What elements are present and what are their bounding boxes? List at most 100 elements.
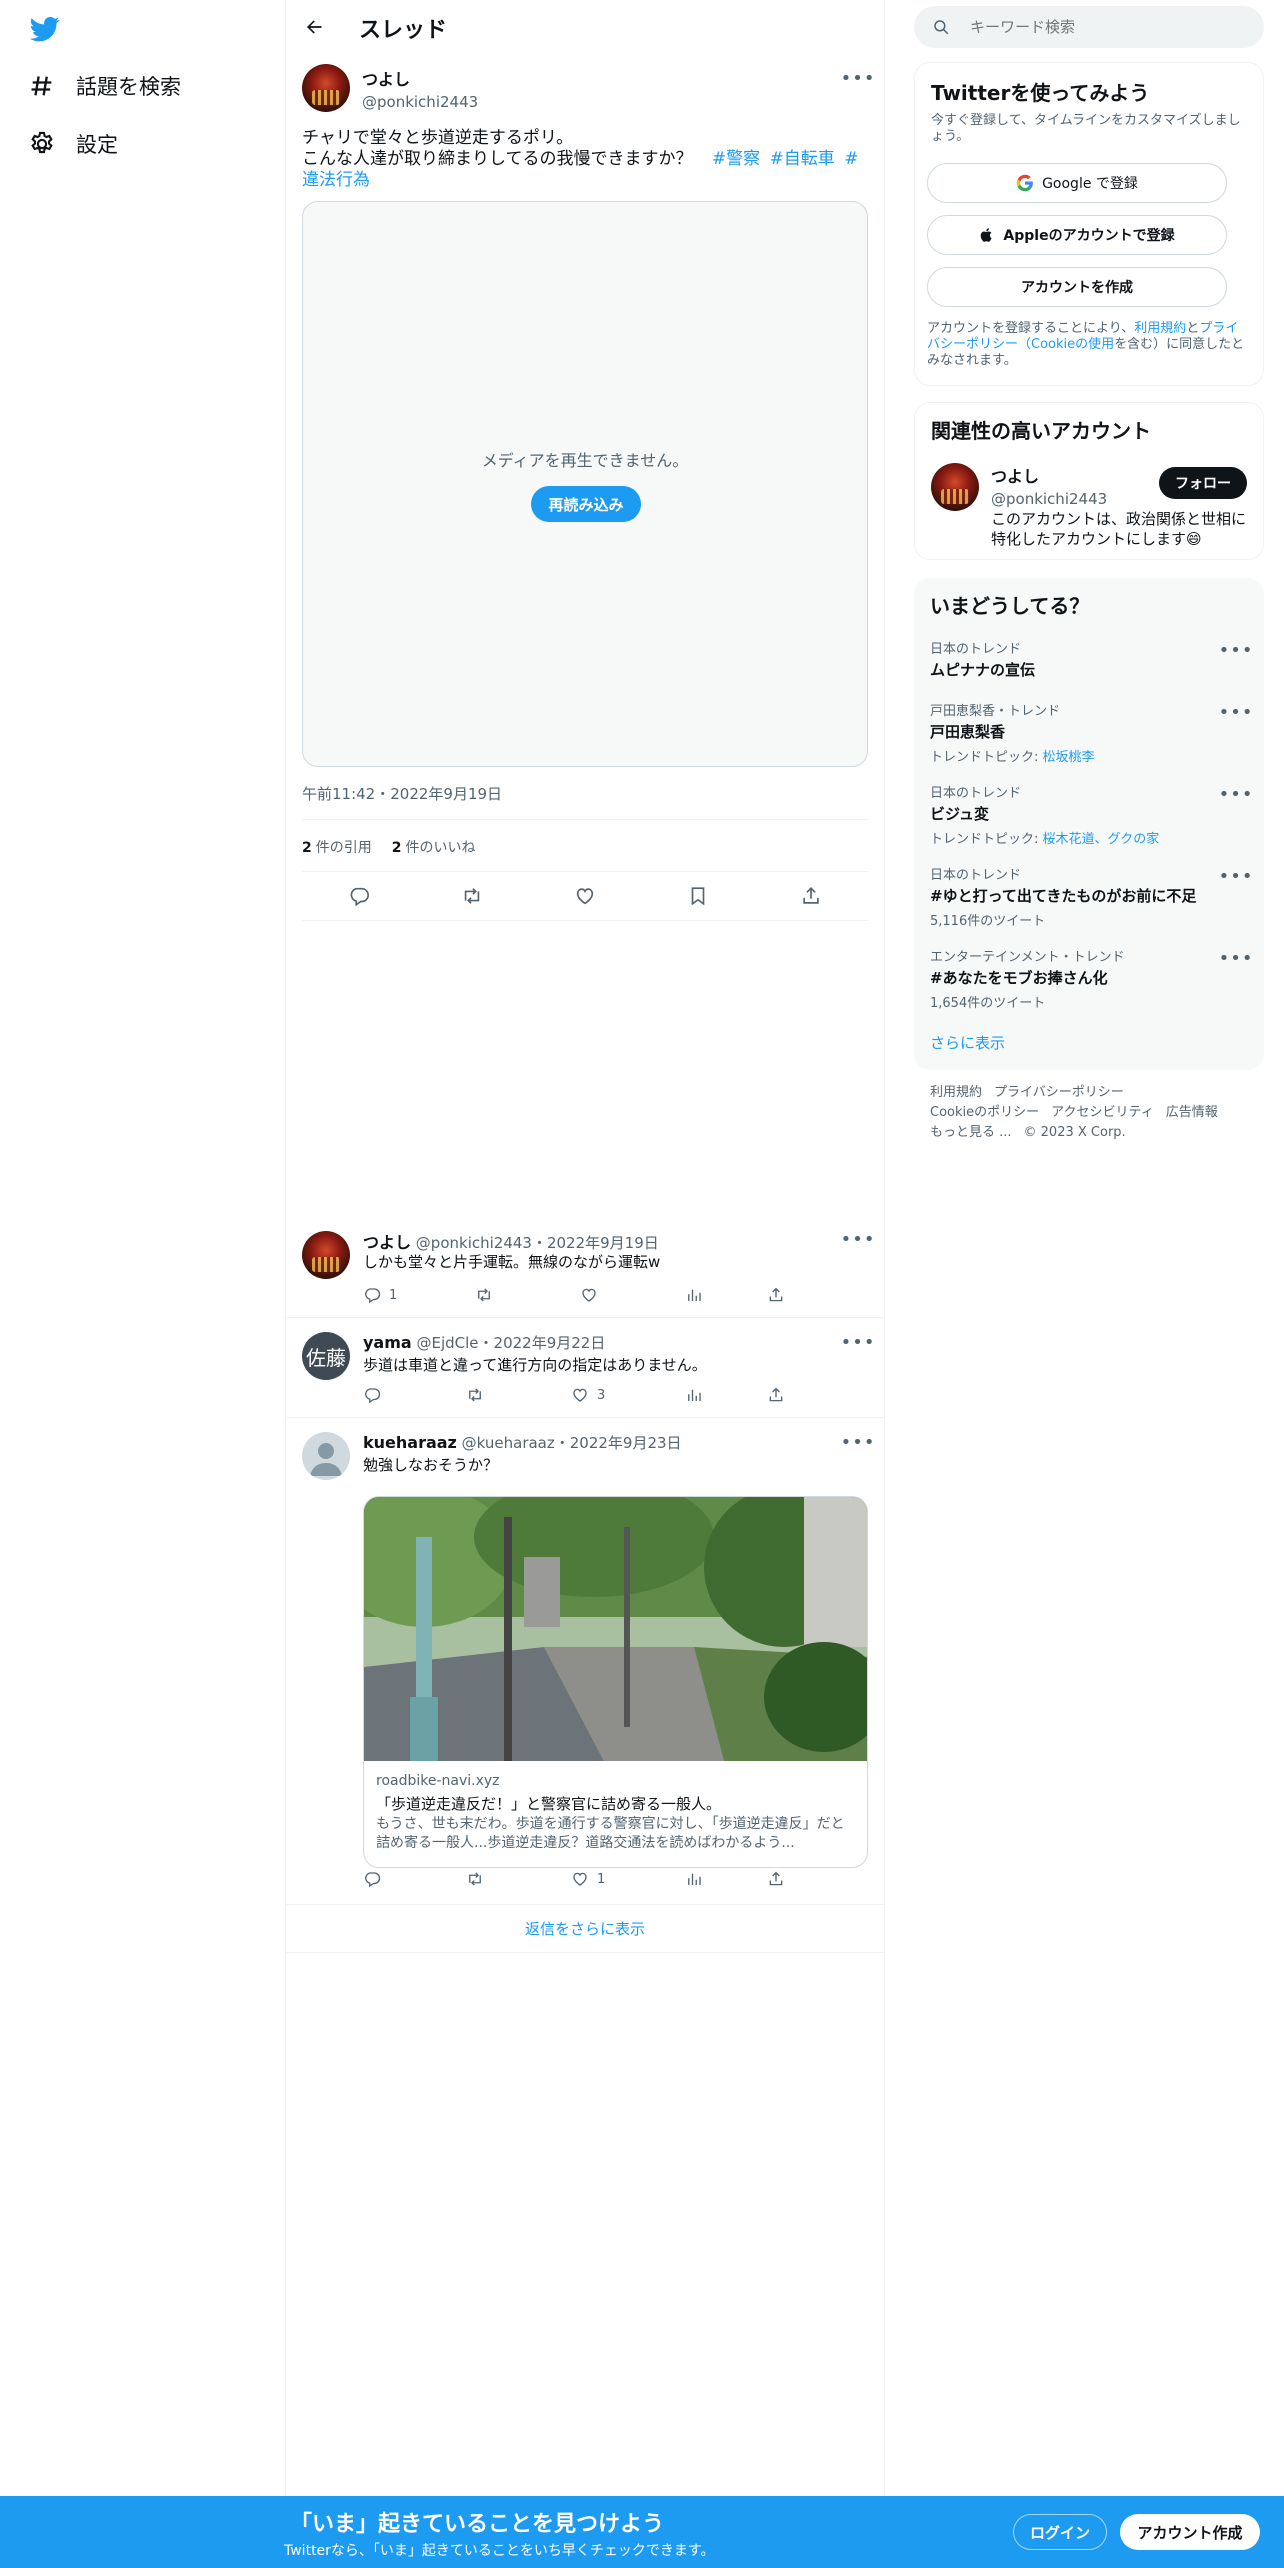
more-options-icon[interactable]: •••	[841, 1330, 875, 1354]
footer-privacy-link[interactable]: プライバシーポリシー	[994, 1085, 1124, 1100]
share-icon	[769, 1871, 783, 1886]
banner-title: 「いま」起きていることを見つけよう	[290, 2512, 665, 2537]
reply-author-handle[interactable]: @EjdCle	[416, 1334, 478, 1352]
avatar[interactable]	[931, 463, 979, 511]
reply-icon[interactable]	[348, 885, 370, 907]
reply-author-name[interactable]: つよし	[363, 1233, 411, 1252]
google-signup-button[interactable]: Google で登録	[927, 163, 1227, 203]
trend-item[interactable]: 日本のトレンド ビジュ変 トレンドトピック: 桜木花道、グクの家 •••	[930, 782, 1253, 848]
trend-item[interactable]: 日本のトレンド #ゆと打って出てきたものがお前に不足 5,116件のツイート •…	[930, 864, 1253, 930]
reply-action[interactable]: 1	[363, 1286, 397, 1304]
retweet-action[interactable]	[475, 1286, 493, 1304]
divider	[302, 871, 868, 872]
heart-icon	[573, 1388, 587, 1402]
follow-button[interactable]: フォロー	[1159, 467, 1247, 499]
reply-date[interactable]: ・2022年9月19日	[532, 1234, 659, 1252]
search-input[interactable]	[970, 6, 1250, 48]
footer-terms-link[interactable]: 利用規約	[930, 1085, 982, 1100]
terms-link[interactable]: 利用規約	[1134, 321, 1186, 336]
footer-cookie-link[interactable]: Cookieのポリシー	[930, 1105, 1039, 1120]
heart-icon[interactable]	[574, 885, 596, 907]
tweet-timestamp[interactable]: 午前11:42・2022年9月19日	[302, 783, 502, 804]
reload-button[interactable]: 再読み込み	[531, 486, 641, 522]
like-action[interactable]	[580, 1286, 598, 1304]
retweet-action[interactable]	[466, 1386, 484, 1404]
hashtag-link[interactable]: #警察	[712, 149, 760, 169]
avatar[interactable]	[302, 1231, 350, 1279]
trend-topic-link[interactable]: 松坂桃李	[1043, 750, 1095, 765]
nav-explore[interactable]: 話題を検索	[28, 66, 181, 106]
reply-author-handle[interactable]: @ponkichi2443	[416, 1234, 532, 1252]
google-icon	[1016, 174, 1033, 192]
google-signup-label: Google で登録	[1042, 176, 1138, 192]
share-action[interactable]	[767, 1386, 785, 1404]
search-box[interactable]	[914, 6, 1264, 48]
retweet-icon[interactable]	[461, 885, 483, 907]
author-handle: @ponkichi2443	[362, 93, 479, 111]
avatar[interactable]	[302, 1432, 350, 1480]
bookmark-icon[interactable]	[687, 885, 709, 907]
link-card[interactable]: roadbike-navi.xyz 「歩道逆走違反だ！」と警察官に詰め寄る一般人…	[363, 1496, 868, 1868]
views-action[interactable]	[685, 1870, 703, 1888]
card-image	[364, 1497, 867, 1761]
more-options-icon[interactable]: •••	[841, 1227, 875, 1251]
show-more-replies-link[interactable]: 返信をさらに表示	[286, 1905, 884, 1953]
login-button[interactable]: ログイン	[1013, 2514, 1107, 2550]
tweet-author[interactable]: つよし @ponkichi2443	[362, 66, 478, 111]
reply-author-handle[interactable]: @kueharaaz	[462, 1434, 555, 1452]
media-player[interactable]: メディアを再生できません。 再読み込み	[302, 201, 868, 767]
footer-more-link[interactable]: もっと見る ...	[930, 1125, 1012, 1140]
reply-tweet[interactable]: kueharaaz @kueharaaz・2022年9月23日 ••• 勉強しな…	[286, 1418, 884, 1905]
trend-item[interactable]: 日本のトレンド ムピナナの宣伝 •••	[930, 638, 1253, 680]
reply-author-name[interactable]: kueharaaz	[363, 1433, 457, 1452]
footer-accessibility-link[interactable]: アクセシビリティ	[1051, 1105, 1154, 1120]
related-account[interactable]: つよし @ponkichi2443	[991, 463, 1107, 508]
trends-title: いまどうしてる？	[930, 594, 1090, 618]
more-options-icon[interactable]: •••	[1219, 864, 1253, 888]
show-more-trends-link[interactable]: さらに表示	[930, 1032, 1005, 1053]
hashtag-link[interactable]: #自転車	[770, 149, 835, 169]
trend-topic-link[interactable]: 桜木花道、グクの家	[1043, 832, 1160, 847]
footer-ads-link[interactable]: 広告情報	[1166, 1105, 1218, 1120]
share-icon	[769, 1387, 783, 1402]
create-account-button[interactable]: アカウント作成	[1120, 2514, 1260, 2550]
reply-action[interactable]	[363, 1386, 381, 1404]
more-options-icon[interactable]: •••	[1219, 782, 1253, 806]
trend-item[interactable]: 戸田恵梨香・トレンド 戸田恵梨香 トレンドトピック: 松坂桃李 •••	[930, 700, 1253, 766]
avatar[interactable]: 佐藤	[302, 1332, 350, 1380]
reply-date[interactable]: ・2022年9月23日	[555, 1434, 682, 1452]
retweet-icon	[469, 1872, 481, 1886]
create-account-button[interactable]: アカウントを作成	[927, 267, 1227, 307]
twitter-logo-icon[interactable]	[28, 14, 62, 44]
retweet-action[interactable]	[466, 1870, 484, 1888]
views-action[interactable]	[685, 1386, 703, 1404]
likes-stat[interactable]: 2 件のいいね	[392, 837, 476, 857]
left-nav: 話題を検索 設定	[0, 0, 285, 2568]
nav-settings[interactable]: 設定	[28, 124, 118, 164]
back-button[interactable]	[300, 13, 328, 41]
more-options-icon[interactable]: •••	[1219, 638, 1253, 662]
reply-tweet[interactable]: 佐藤 yama @EjdCle・2022年9月22日 ••• 歩道は車道と違って…	[286, 1318, 884, 1418]
share-action[interactable]	[767, 1870, 785, 1888]
more-options-icon[interactable]: •••	[1219, 700, 1253, 724]
reply-action[interactable]	[363, 1870, 381, 1888]
views-action[interactable]	[685, 1286, 703, 1304]
quotes-stat[interactable]: 2 件の引用	[302, 837, 372, 857]
more-options-icon[interactable]: •••	[1219, 946, 1253, 970]
author-name: つよし	[362, 70, 411, 89]
hashtag-icon	[31, 76, 52, 96]
avatar[interactable]	[302, 64, 350, 112]
share-action[interactable]	[767, 1286, 785, 1304]
more-options-icon[interactable]: •••	[841, 1430, 875, 1454]
trend-item[interactable]: エンターテインメント・トレンド #あなたをモブお捧さん化 1,654件のツイート…	[930, 946, 1253, 1012]
share-icon[interactable]	[800, 885, 822, 907]
reply-text: 歩道は車道と違って進行方向の指定はありません。	[363, 1356, 707, 1374]
like-action[interactable]: 3	[571, 1386, 605, 1404]
like-action[interactable]: 1	[571, 1870, 605, 1888]
reply-tweet[interactable]: つよし @ponkichi2443・2022年9月19日 ••• しかも堂々と片…	[286, 1215, 884, 1318]
apple-signup-button[interactable]: Appleのアカウントで登録	[927, 215, 1227, 255]
signup-panel: Twitterを使ってみよう 今すぐ登録して、タイムラインをカスタマイズしましょ…	[914, 62, 1264, 386]
more-options-icon[interactable]: •••	[841, 66, 875, 90]
reply-date[interactable]: ・2022年9月22日	[479, 1334, 606, 1352]
reply-author-name[interactable]: yama	[363, 1333, 412, 1352]
